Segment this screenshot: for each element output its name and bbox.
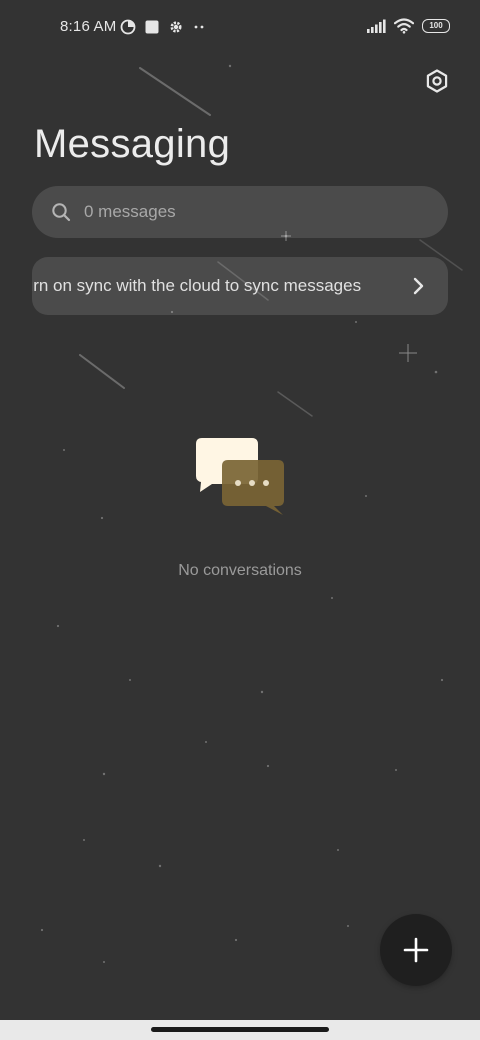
square-notification-icon: [145, 20, 159, 34]
new-conversation-button[interactable]: [380, 914, 452, 986]
more-dots-icon: [194, 25, 204, 29]
status-bar: 8:16 AM 100: [0, 0, 480, 56]
battery-icon: 100: [422, 19, 450, 33]
empty-state-text: No conversations: [178, 562, 302, 579]
chevron-right-icon: [413, 277, 424, 295]
plus-icon: [403, 937, 429, 963]
sync-banner-text: Turn on sync with the cloud to sync mess…: [32, 276, 362, 295]
navigation-bar: [0, 1020, 480, 1040]
status-time: 8:16 AM: [60, 18, 117, 35]
status-system-icons: 100: [366, 18, 450, 34]
search-icon: [50, 201, 72, 223]
home-gesture-handle[interactable]: [151, 1027, 329, 1032]
cloud-sync-banner[interactable]: Turn on sync with the cloud to sync mess…: [32, 257, 448, 315]
page-title: Messaging: [34, 122, 231, 166]
messaging-screen: 8:16 AM 100 Messaging 0 messages Turn on…: [0, 0, 480, 1040]
chat-bubbles-icon: [196, 438, 284, 515]
wifi-icon: [394, 18, 414, 34]
search-input[interactable]: 0 messages: [84, 202, 176, 222]
signal-icon: [367, 19, 386, 33]
settings-hexagon-icon: [426, 69, 448, 93]
data-saver-icon: [120, 19, 136, 35]
status-notification-icons: [120, 19, 206, 35]
search-bar[interactable]: 0 messages: [32, 186, 448, 238]
settings-button[interactable]: [422, 66, 452, 96]
gear-notification-icon: [170, 21, 182, 33]
